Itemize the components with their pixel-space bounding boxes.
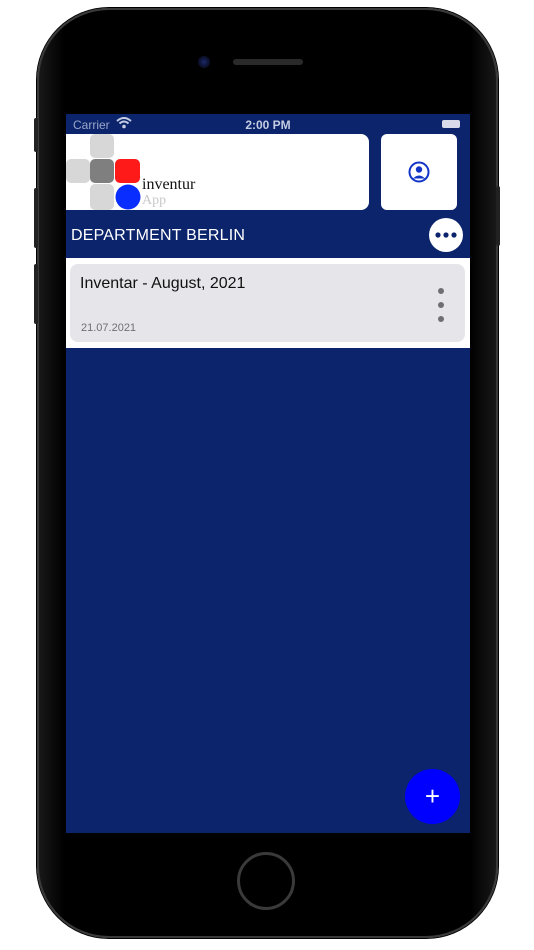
section-header: DEPARTMENT BERLIN (66, 218, 470, 256)
earpiece-speaker (233, 59, 303, 65)
department-title: DEPARTMENT BERLIN (71, 227, 246, 244)
volume-down-button (34, 264, 38, 324)
inventory-list: Inventar - August, 2021 21.07.2021 (66, 258, 470, 348)
user-circle-icon (408, 161, 430, 183)
logo-mark-icon (66, 134, 141, 210)
home-button[interactable] (237, 852, 295, 910)
more-options-button[interactable] (429, 218, 463, 252)
status-time: 2:00 PM (245, 118, 291, 132)
logo-title: inventur (142, 176, 196, 193)
volume-up-button (34, 188, 38, 248)
mute-switch (34, 118, 38, 152)
more-vertical-icon[interactable] (435, 288, 447, 322)
status-bar: Carrier 2:00 PM (66, 114, 470, 134)
inventory-list-item[interactable]: Inventar - August, 2021 21.07.2021 (70, 264, 465, 342)
app-screen: Carrier 2:00 PM inventur App DEPARTMENT … (66, 114, 470, 833)
profile-button[interactable] (381, 134, 457, 210)
power-button (496, 186, 500, 246)
front-camera (198, 56, 210, 68)
inventory-date: 21.07.2021 (81, 322, 137, 334)
battery-icon (442, 120, 460, 128)
logo-subtitle: App (142, 193, 167, 208)
inventory-title: Inventar - August, 2021 (80, 275, 246, 292)
app-logo: inventur App (66, 134, 369, 210)
add-inventory-button[interactable]: + (405, 769, 460, 824)
more-horizontal-icon (435, 232, 457, 238)
